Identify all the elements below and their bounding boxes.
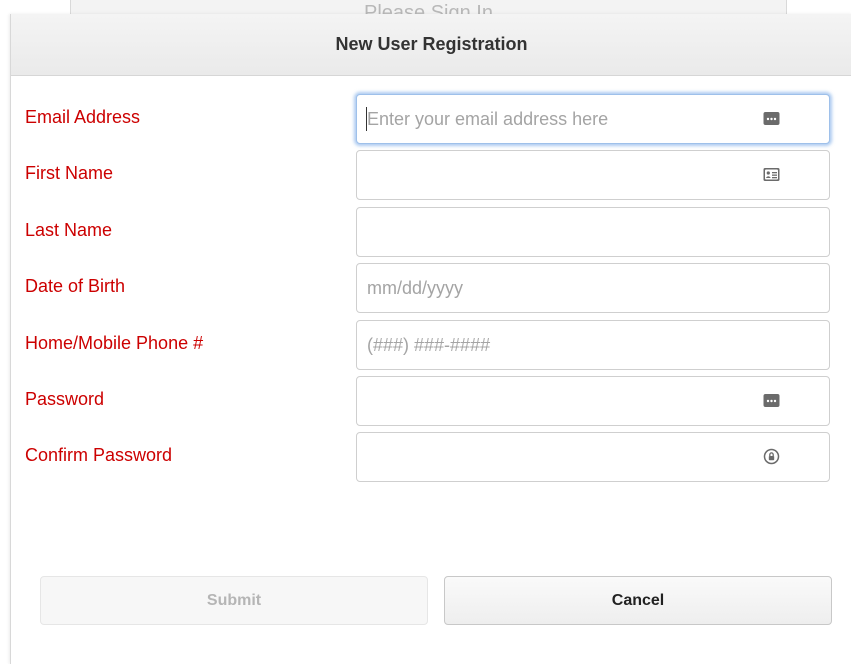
form-row-email: Email Address: [11, 94, 851, 144]
cancel-button-label: Cancel: [611, 591, 665, 609]
confirm-password-field[interactable]: [356, 432, 830, 482]
phone-label: Home/Mobile Phone #: [25, 333, 204, 353]
form-row-phone: Home/Mobile Phone #: [11, 320, 851, 370]
keychain-autofill-icon[interactable]: [763, 392, 780, 409]
confirm-password-label: Confirm Password: [25, 445, 173, 465]
phone-field[interactable]: [356, 320, 830, 370]
text-caret: [366, 107, 367, 131]
password-label: Password: [25, 389, 105, 409]
last-name-field[interactable]: [356, 207, 830, 257]
first-name-label: First Name: [25, 163, 114, 183]
submit-button[interactable]: Submit: [40, 576, 428, 625]
modal-header: New User Registration: [11, 14, 851, 76]
modal-title: New User Registration: [335, 34, 528, 54]
cancel-button[interactable]: Cancel: [444, 576, 832, 625]
email-field[interactable]: [356, 94, 830, 144]
form-row-password: Password: [11, 376, 851, 426]
date-of-birth-field[interactable]: [356, 263, 830, 313]
form-row-date-of-birth: Date of Birth: [11, 263, 851, 313]
contact-card-icon[interactable]: [763, 166, 780, 183]
keychain-autofill-icon[interactable]: [763, 110, 780, 127]
date-of-birth-label: Date of Birth: [25, 276, 126, 296]
email-label: Email Address: [25, 107, 141, 127]
form-row-last-name: Last Name: [11, 207, 851, 257]
registration-modal: New User Registration Email Address Firs…: [10, 14, 851, 664]
password-key-icon[interactable]: [763, 448, 780, 465]
form-row-confirm-password: Confirm Password: [11, 432, 851, 482]
form-row-first-name: First Name: [11, 150, 851, 200]
first-name-field[interactable]: [356, 150, 830, 200]
submit-button-label: Submit: [206, 591, 262, 609]
last-name-label: Last Name: [25, 220, 113, 240]
password-field[interactable]: [356, 376, 830, 426]
